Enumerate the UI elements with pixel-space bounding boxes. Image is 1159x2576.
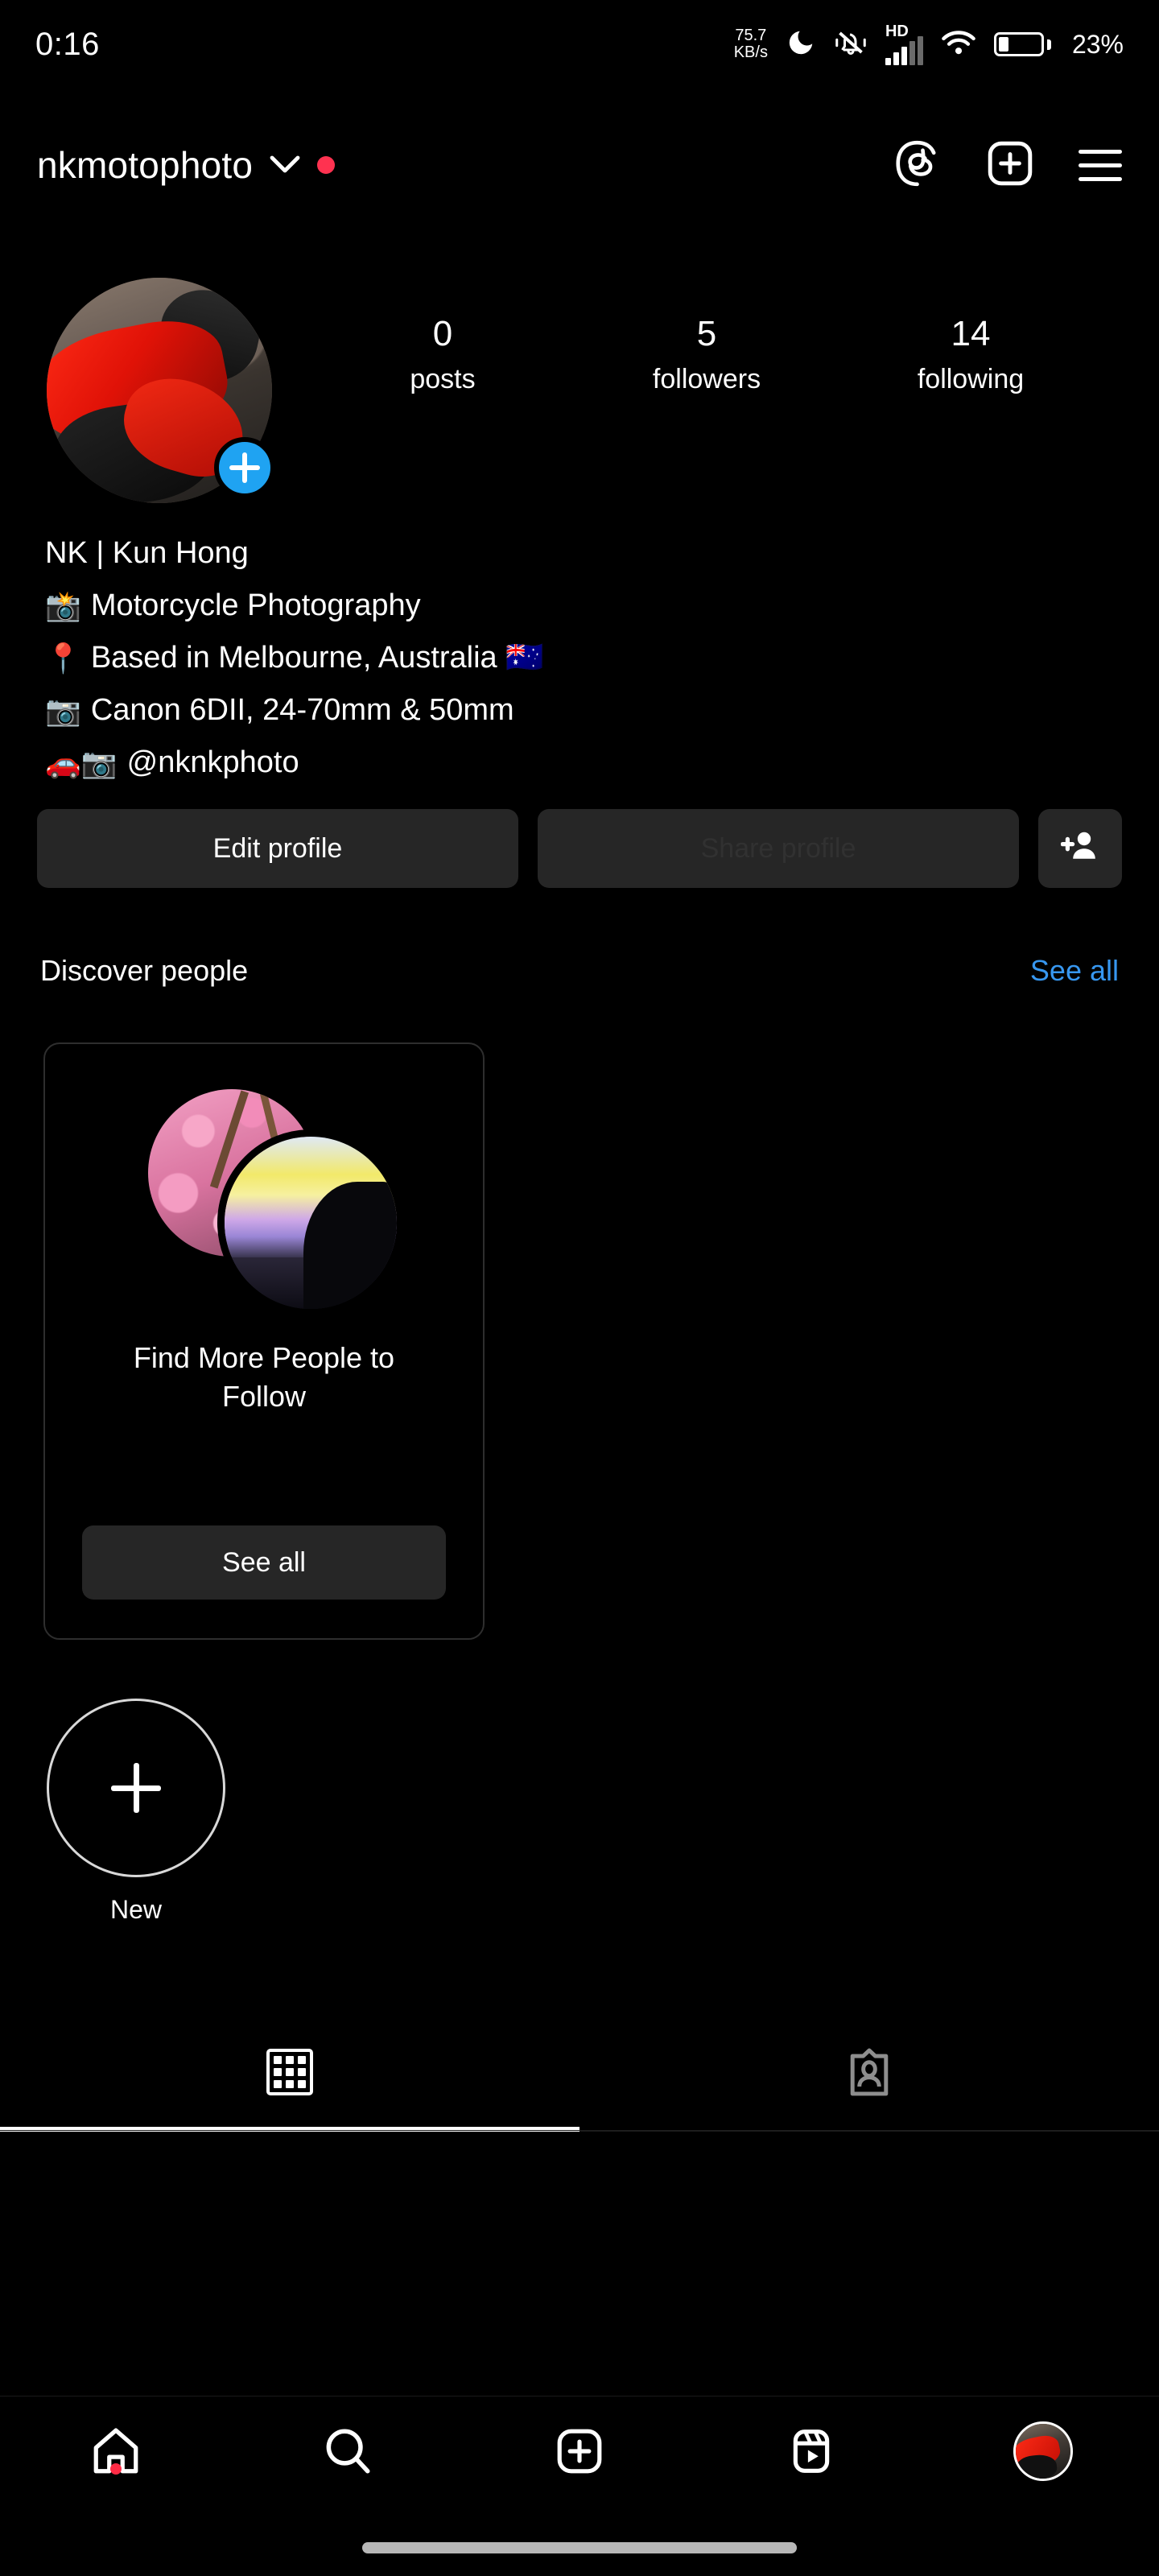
tab-tagged[interactable] [580,2013,1159,2132]
header-username[interactable]: nkmotophoto [37,143,253,187]
instagram-profile-screen: 0:16 75.7 KB/s HD 23% nkmotophoto 0 post… [0,0,1159,2576]
posts-count: 0 [432,314,453,353]
followers-count: 5 [696,314,717,353]
battery-percent: 23% [1071,29,1124,59]
hamburger-menu-icon[interactable] [1079,149,1122,181]
avatar [1013,2421,1073,2481]
avatar[interactable] [47,278,275,503]
stat-following[interactable]: 14 following [839,312,1103,395]
story-highlight-new[interactable]: New [35,1699,237,1925]
red-dot-badge [317,156,336,174]
discover-card-see-all-button[interactable]: See all [82,1525,446,1600]
bio-text: Canon 6DII, 24-70mm & 50mm [90,693,514,727]
following-label: following [917,364,1025,394]
new-highlight-circle[interactable] [47,1699,225,1877]
bio-line: 📸 Motorcycle Photography [45,580,1011,632]
nav-create[interactable] [464,2426,695,2476]
hd-label: HD [885,23,909,40]
bio-line: 🚗📷 @nknkphoto [45,737,1011,789]
network-speed-unit: KB/s [733,43,768,61]
bio-line: NK | Kun Hong [45,527,1011,580]
bio-text: Based in Melbourne, Australia 🇦🇺 [90,641,544,675]
bell-muted-icon [834,27,868,62]
tagged-icon [848,2046,890,2098]
network-speed-indicator: 75.7 KB/s [734,27,768,61]
profile-header: nkmotophoto [0,121,1159,209]
edit-profile-button[interactable]: Edit profile [37,809,518,888]
signal-bars-icon [885,36,923,65]
battery-icon [993,32,1051,56]
status-icons: 75.7 KB/s HD 23% [734,23,1124,65]
bio-text: Motorcycle Photography [90,588,421,622]
nav-search[interactable] [232,2425,464,2478]
status-bar: 0:16 75.7 KB/s HD 23% [0,0,1159,89]
discover-see-all-link[interactable]: See all [1030,954,1119,988]
posts-label: posts [410,364,476,394]
discover-avatars [143,1086,404,1316]
bio-text: NK | Kun Hong [45,536,249,570]
moon-icon [786,27,816,62]
discover-card-title: Find More People to Follow [133,1341,395,1413]
add-person-icon [1060,826,1099,872]
add-story-button[interactable] [214,437,275,498]
following-count: 14 [951,314,991,353]
content-divider [0,2130,1159,2131]
home-notification-dot [110,2462,122,2475]
header-actions [892,138,1122,192]
profile-action-buttons: Edit profile Share profile [37,809,1122,888]
search-icon [321,2425,374,2478]
chevron-down-icon[interactable] [269,153,301,178]
bio-line: 📷 Canon 6DII, 24-70mm & 50mm [45,684,1011,737]
discover-people-button[interactable] [1038,809,1122,888]
camera-flash-icon: 📸 [45,588,81,622]
sunset-silhouette-avatar [217,1129,404,1316]
reels-icon [786,2426,836,2476]
discover-people-card[interactable]: Find More People to Follow See all [43,1042,485,1640]
discover-people-title: Discover people [40,954,249,987]
location-pin-icon: 📍 [45,641,81,675]
plus-box-icon[interactable] [985,138,1035,192]
gesture-home-indicator[interactable] [362,2542,797,2553]
threads-icon[interactable] [892,138,942,192]
profile-summary: 0 posts 5 followers 14 following [0,278,1159,511]
bio-handle[interactable]: @nknkphoto [127,737,299,789]
signal-indicator: HD [885,23,923,65]
followers-label: followers [652,364,761,394]
plus-box-icon [555,2426,604,2476]
profile-stats: 0 posts 5 followers 14 following [272,278,1159,395]
grid-icon [266,2049,313,2095]
car-camera-icon: 🚗📷 [45,745,118,779]
nav-home[interactable] [0,2425,232,2478]
nav-profile[interactable] [927,2421,1159,2481]
camera-icon: 📷 [45,693,81,727]
username-switcher[interactable]: nkmotophoto [37,143,336,187]
tab-posts-grid[interactable] [0,2013,580,2132]
nav-reels[interactable] [695,2426,927,2476]
wifi-icon [941,28,976,61]
bio-line: 📍 Based in Melbourne, Australia 🇦🇺 [45,632,1011,684]
stat-followers[interactable]: 5 followers [575,312,839,395]
bottom-navigation-bar [0,2396,1159,2505]
network-speed-value: 75.7 [735,27,767,44]
share-profile-button[interactable]: Share profile [538,809,1019,888]
active-tab-underline [0,2127,580,2132]
status-clock: 0:16 [35,26,100,62]
stat-posts[interactable]: 0 posts [311,312,575,395]
discover-people-header: Discover people See all [0,954,1159,988]
profile-tabs [0,2013,1159,2132]
new-highlight-label: New [109,1895,162,1924]
profile-bio: NK | Kun Hong 📸 Motorcycle Photography 📍… [45,527,1011,789]
